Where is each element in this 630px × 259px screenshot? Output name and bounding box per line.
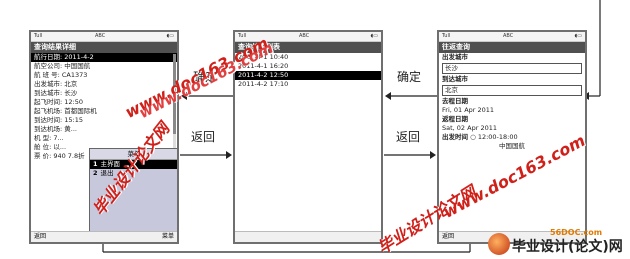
status-bar: Tull ABC ◖▭	[31, 32, 177, 42]
back-softkey[interactable]: 返回	[442, 232, 454, 242]
softkey-bar: 返回 菜单	[31, 231, 177, 242]
back-label-1: 返回	[191, 130, 216, 144]
list-item[interactable]: 2011-4-2 12:50	[235, 71, 381, 80]
site-logo: 56DOC.com 毕业设计(论文)网	[488, 228, 628, 257]
input-mode-indicator: ABC	[503, 33, 514, 39]
detail-row[interactable]: 航 班 号: CA1373	[31, 71, 177, 80]
depart-city-label: 出发城市	[442, 53, 468, 61]
go-date-value[interactable]: Fri, 01 Apr 2011	[439, 106, 585, 115]
signal-icon: Tull	[238, 33, 247, 39]
detail-row[interactable]: 航空公司: 中国国航	[31, 62, 177, 71]
back-softkey[interactable]: 返回	[34, 232, 46, 242]
battery-icon: ◖▭	[166, 33, 174, 39]
confirm-label-2: 确定	[397, 70, 422, 84]
go-date-label: 去程日期	[442, 97, 468, 105]
depart-time-value: ○ 12:00-18:00	[470, 133, 518, 141]
back-label-2: 返回	[396, 130, 421, 144]
depart-time-label: 出发时间	[442, 133, 468, 141]
return-date-label: 返程日期	[442, 115, 468, 123]
input-mode-indicator: ABC	[95, 33, 106, 39]
arrive-city-label: 到达城市	[442, 75, 468, 83]
signal-icon: Tull	[442, 33, 451, 39]
menu-softkey[interactable]: 菜单	[162, 232, 174, 242]
depart-city-input[interactable]: 长沙	[442, 63, 582, 74]
status-bar: Tull ABC ◖▭	[439, 32, 585, 42]
signal-icon: Tull	[34, 33, 43, 39]
screen-title: 查询结果详细	[31, 42, 177, 53]
input-mode-indicator: ABC	[299, 33, 310, 39]
detail-row[interactable]: 航行日期: 2011-4-2	[31, 53, 177, 62]
logo-text: 毕业设计(论文)网	[512, 239, 623, 255]
logo-globe-icon	[488, 233, 510, 255]
return-date-value[interactable]: Sat, 02 Apr 2011	[439, 124, 585, 133]
battery-icon: ◖▭	[574, 33, 582, 39]
battery-icon: ◖▭	[370, 33, 378, 39]
softkey-bar	[235, 231, 381, 242]
screen-title: 往返查询	[439, 42, 585, 53]
list-item[interactable]: 2011-4-2 17:10	[235, 80, 381, 89]
search-form: 出发城市 长沙 到达城市 北京 去程日期 Fri, 01 Apr 2011 返程…	[439, 53, 585, 151]
arrive-city-input[interactable]: 北京	[442, 85, 582, 96]
